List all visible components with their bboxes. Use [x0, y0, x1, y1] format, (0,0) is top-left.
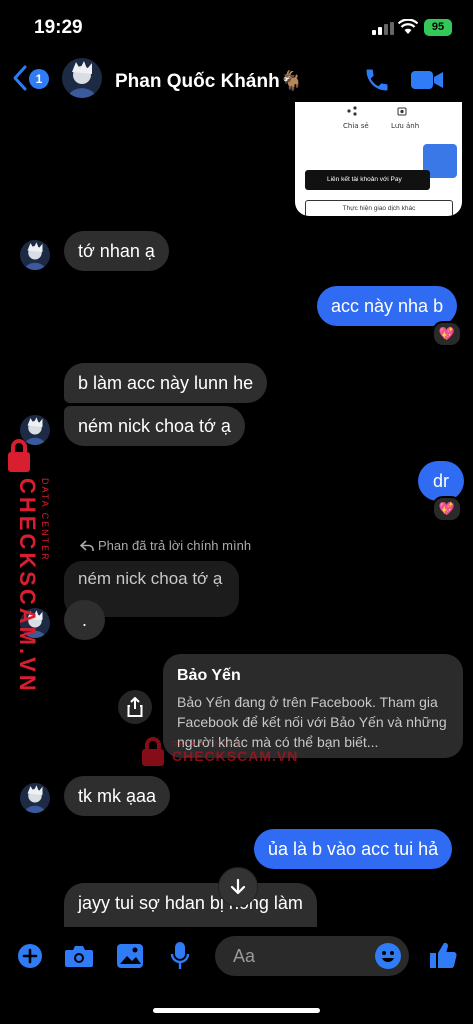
unread-badge[interactable]: 1 — [29, 69, 49, 89]
back-chevron-icon[interactable] — [12, 64, 28, 92]
scroll-to-bottom-button[interactable] — [218, 867, 258, 907]
message-incoming[interactable]: . — [64, 600, 106, 640]
reply-arrow-icon — [80, 540, 94, 551]
message-outgoing[interactable]: dr — [418, 461, 465, 501]
message-incoming[interactable]: b làm acc này lunn he — [64, 363, 268, 403]
gallery-icon[interactable] — [116, 943, 144, 969]
save-image-icon — [397, 107, 407, 116]
watermark-vertical: DATA CENTER CHECKSCAM.VN — [14, 478, 50, 694]
share-label: Chia sẻ — [343, 122, 369, 130]
share-button[interactable] — [118, 690, 152, 724]
message-outgoing[interactable]: ủa là b vào acc tui hả — [254, 829, 453, 869]
shared-screenshot-image[interactable]: Chia sẻ Lưu ảnh Liên kết tài khoản với P… — [295, 102, 462, 216]
watermark-top: DATA CENTER — [172, 741, 242, 748]
battery-indicator: 95 — [424, 19, 452, 36]
sparkling-heart-reaction-icon[interactable]: 💖 — [432, 496, 462, 522]
wifi-icon — [398, 19, 418, 34]
signal-icon — [372, 22, 394, 35]
watermark-top: DATA CENTER — [40, 478, 50, 562]
microphone-icon[interactable] — [170, 941, 190, 971]
quoted-message-text: ném nick choa tớ ạ — [78, 569, 223, 588]
phone-icon[interactable] — [363, 66, 391, 94]
watermark-center: DATA CENTER CHECKSCAM.VN — [172, 741, 298, 764]
lock-watermark-icon — [142, 737, 164, 766]
save-label: Lưu ảnh — [391, 122, 420, 130]
share-icon — [347, 106, 357, 116]
reply-note: Phan đã trả lời chính mình — [98, 538, 252, 553]
watermark-main: CHECKSCAM.VN — [172, 748, 299, 764]
video-call-icon[interactable] — [410, 68, 444, 92]
message-incoming[interactable]: ném nick choa tớ ạ — [64, 406, 245, 446]
status-time: 19:29 — [34, 17, 83, 38]
message-incoming[interactable]: tk mk ạaa — [64, 776, 171, 816]
link-preview-title: Bảo Yến — [177, 667, 241, 684]
message-incoming[interactable]: tớ nhan ạ — [64, 231, 169, 271]
message-incoming[interactable]: jayy tui sợ hdan bị hong làm — [64, 883, 317, 927]
contact-avatar-small[interactable] — [20, 240, 50, 270]
message-input[interactable]: Aa — [215, 936, 409, 976]
arrow-down-icon — [230, 878, 246, 895]
contact-avatar-small[interactable] — [20, 783, 50, 813]
watermark-main: CHECKSCAM.VN — [15, 478, 40, 694]
camera-icon[interactable] — [64, 944, 94, 968]
message-input-placeholder: Aa — [233, 946, 256, 966]
share-icon — [127, 697, 143, 717]
other-transaction-button: Thực hiện giao dịch khác — [305, 200, 453, 216]
emoji-icon[interactable] — [375, 943, 401, 969]
contact-avatar[interactable] — [62, 58, 102, 98]
plus-icon[interactable] — [17, 943, 43, 969]
link-account-button: Liên kết tài khoản với Pay — [305, 170, 430, 190]
home-indicator — [153, 1008, 320, 1013]
message-outgoing[interactable]: acc này nha b — [317, 286, 458, 326]
contact-name[interactable]: Phan Quốc Khánh🐐 — [115, 69, 303, 93]
lock-watermark-icon — [8, 439, 30, 472]
sparkling-heart-reaction-icon[interactable]: 💖 — [432, 321, 462, 347]
thumbs-up-icon[interactable] — [428, 940, 458, 970]
